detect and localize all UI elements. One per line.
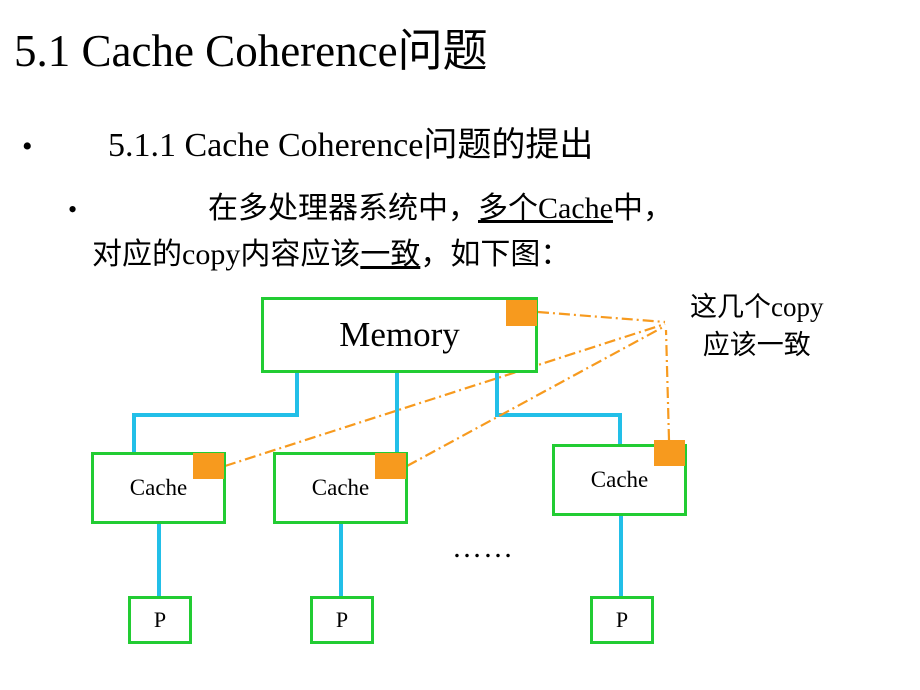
processor-node-2-label: P xyxy=(335,607,349,632)
processor-node-2[interactable]: P xyxy=(310,596,374,644)
processor-node-3[interactable]: P xyxy=(590,596,654,644)
diagram-ellipsis: …… xyxy=(452,531,514,564)
copy-annotation-line-1: 这几个copy xyxy=(690,292,824,322)
cache-3-copy-marker-icon xyxy=(654,440,685,466)
cache-2-copy-marker-icon xyxy=(375,453,406,479)
cache-node-2-label: Cache xyxy=(311,475,370,500)
cache-coherence-diagram: Memory Cache Cache Cache P P P …… 这几个cop… xyxy=(0,0,920,690)
cache-node-3-label: Cache xyxy=(590,467,649,492)
memory-copy-marker-icon xyxy=(506,300,537,326)
cache-node-1-label: Cache xyxy=(129,475,188,500)
cache-to-processor-connectors xyxy=(157,516,623,596)
processor-node-3-label: P xyxy=(615,607,629,632)
processor-node-1[interactable]: P xyxy=(128,596,192,644)
copy-annotation: 这几个copy 应该一致 xyxy=(690,288,823,364)
memory-node[interactable]: Memory xyxy=(261,297,538,373)
memory-node-label: Memory xyxy=(339,315,460,354)
memory-to-cache-connectors xyxy=(132,373,622,452)
processor-node-1-label: P xyxy=(153,607,167,632)
cache-1-copy-marker-icon xyxy=(193,453,224,479)
copy-annotation-line-2: 应该一致 xyxy=(702,330,811,360)
slide-canvas: 5.1 Cache Coherence问题 • 5.1.1 Cache Coher… xyxy=(0,0,920,690)
